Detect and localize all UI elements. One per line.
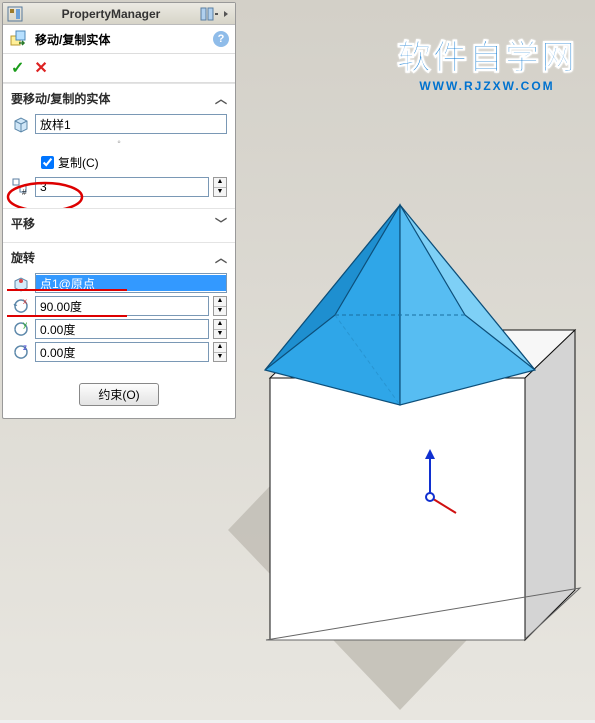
copy-label: 复制(C) bbox=[58, 154, 99, 171]
cube-icon bbox=[11, 114, 31, 134]
rotate-y-spinner[interactable]: ▲▼ bbox=[213, 319, 227, 339]
section-translate: 平移 ﹀ bbox=[3, 208, 235, 242]
svg-text:#: # bbox=[22, 188, 27, 197]
spin-up[interactable]: ▲ bbox=[214, 178, 226, 188]
copy-checkbox[interactable] bbox=[41, 156, 54, 169]
watermark-text: 软件自学网 bbox=[397, 30, 577, 79]
watermark-url: WWW.RJZXW.COM bbox=[397, 79, 577, 93]
rotate-y-input[interactable] bbox=[35, 319, 209, 339]
section-bodies: 要移动/复制的实体 ︿ ◦ 复制(C) # ▲▼ bbox=[3, 83, 235, 208]
section-rotate: 旋转 ︿ 点1@原点 x ▲▼ y ▲▼ z ▲▼ bbox=[3, 242, 235, 373]
chevron-up-icon: ︿ bbox=[215, 249, 227, 266]
move-copy-icon bbox=[9, 29, 29, 49]
column-icon[interactable] bbox=[199, 6, 215, 22]
chevron-down-icon: ﹀ bbox=[215, 215, 227, 232]
rotate-origin-icon bbox=[11, 273, 31, 293]
rotate-z-input[interactable] bbox=[35, 342, 209, 362]
section-rotate-label: 旋转 bbox=[11, 249, 35, 266]
copy-count-input[interactable] bbox=[35, 177, 209, 197]
help-icon[interactable]: ? bbox=[213, 31, 229, 47]
layout-icon bbox=[7, 6, 23, 22]
body-selection-input[interactable] bbox=[35, 114, 227, 134]
feature-header: 移动/复制实体 ? bbox=[3, 25, 235, 54]
rotate-y-icon: y bbox=[11, 319, 31, 339]
svg-text:z: z bbox=[23, 343, 27, 352]
section-rotate-head[interactable]: 旋转 ︿ bbox=[11, 249, 227, 270]
ok-button[interactable]: ✓ bbox=[11, 58, 24, 78]
feature-title: 移动/复制实体 bbox=[35, 31, 213, 48]
copy-count-spinner[interactable]: ▲▼ bbox=[213, 177, 227, 197]
cancel-button[interactable]: ✕ bbox=[34, 58, 47, 78]
section-bodies-head[interactable]: 要移动/复制的实体 ︿ bbox=[11, 90, 227, 111]
rotate-x-input[interactable] bbox=[35, 296, 209, 316]
titlebar: PropertyManager bbox=[3, 3, 235, 25]
rotate-z-spinner[interactable]: ▲▼ bbox=[213, 342, 227, 362]
rotate-axis-input[interactable]: 点1@原点 bbox=[35, 273, 227, 293]
spin-down[interactable]: ▼ bbox=[214, 188, 226, 197]
constraint-button[interactable]: 约束(O) bbox=[79, 383, 158, 406]
rotate-x-icon: x bbox=[11, 296, 31, 316]
ok-cancel-bar: ✓ ✕ bbox=[3, 54, 235, 83]
section-translate-head[interactable]: 平移 ﹀ bbox=[11, 215, 227, 236]
section-bodies-label: 要移动/复制的实体 bbox=[11, 90, 110, 107]
pin-icon[interactable] bbox=[215, 6, 231, 22]
section-translate-label: 平移 bbox=[11, 215, 35, 232]
titlebar-title: PropertyManager bbox=[23, 7, 199, 21]
list-resize-grip[interactable]: ◦ bbox=[11, 137, 227, 148]
chevron-up-icon: ︿ bbox=[215, 90, 227, 107]
watermark: 软件自学网 WWW.RJZXW.COM bbox=[397, 30, 577, 93]
rotate-axis-value: 点1@原点 bbox=[36, 275, 226, 291]
pattern-count-icon: # bbox=[11, 177, 31, 197]
svg-text:x: x bbox=[23, 297, 27, 306]
svg-text:y: y bbox=[23, 320, 27, 329]
property-manager-panel: PropertyManager 移动/复制实体 ? ✓ ✕ 要移动/复制的实体 … bbox=[2, 2, 236, 419]
rotate-x-spinner[interactable]: ▲▼ bbox=[213, 296, 227, 316]
rotate-z-icon: z bbox=[11, 342, 31, 362]
